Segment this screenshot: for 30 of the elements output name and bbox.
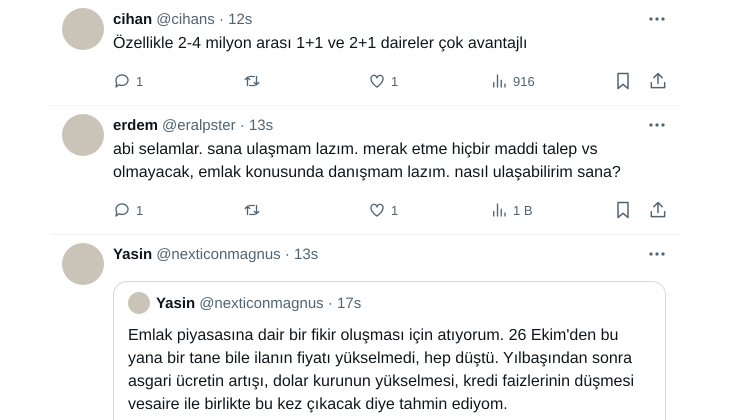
user-name[interactable]: Yasin bbox=[113, 246, 152, 262]
tweet-text: Emlak piyasasına dair bir fikir oluşması için atıyorum. 26 Ekim'den bu yana bir tane bile ilanın fiyatı yükselmedi, hep düştü. Yılbaşından sonra asgari ücretin artışı, dolar kurunun yükselmesi, kredi faizlerinin düşmesi vesaire ile birlikte bu kez çıkacak diye tahmin ediyom. bbox=[128, 326, 635, 415]
user-handle-time: @nexticonmagnus · 17s bbox=[199, 294, 362, 312]
share-icon[interactable] bbox=[648, 200, 668, 220]
views-icon[interactable] bbox=[490, 72, 508, 90]
reply-icon[interactable] bbox=[113, 72, 131, 90]
view-count: 1 B bbox=[513, 202, 533, 218]
user-name[interactable]: Yasin bbox=[156, 294, 196, 312]
avatar-photo-placeholder bbox=[128, 292, 150, 314]
heart-icon[interactable] bbox=[368, 201, 386, 219]
view-count: 916 bbox=[513, 74, 535, 88]
like-count: 1 bbox=[391, 202, 398, 218]
more-icon[interactable] bbox=[648, 122, 666, 128]
user-name[interactable]: cihan bbox=[113, 10, 152, 28]
more-icon[interactable] bbox=[648, 16, 666, 22]
user-name[interactable]: erdem bbox=[113, 116, 158, 134]
reply-icon[interactable] bbox=[113, 201, 131, 219]
more-icon[interactable] bbox=[648, 251, 666, 257]
heart-icon[interactable] bbox=[368, 72, 386, 90]
reply-count: 1 bbox=[136, 202, 144, 218]
tweet-text: Özellikle 2-4 milyon arası 1+1 ve 2+1 daireler çok avantajlı bbox=[113, 34, 528, 54]
user-handle-time: @cihans · 12s bbox=[156, 10, 252, 28]
share-icon[interactable] bbox=[648, 71, 668, 91]
like-count: 1 bbox=[391, 74, 398, 88]
tweet-text: abi selamlar. sana ulaşmam lazım. merak etme hiçbir maddi talep vs olmayacak, emlak konusunda danışmam lazım. nasıl ulaşabilirim sana? bbox=[113, 140, 622, 183]
quoted-tweet[interactable] bbox=[113, 281, 666, 420]
user-handle-time: @eralpster · 13s bbox=[162, 116, 274, 134]
user-handle-time: @nexticonmagnus · 13s bbox=[156, 246, 318, 262]
views-icon[interactable] bbox=[490, 201, 508, 219]
reply-count: 1 bbox=[136, 74, 144, 88]
